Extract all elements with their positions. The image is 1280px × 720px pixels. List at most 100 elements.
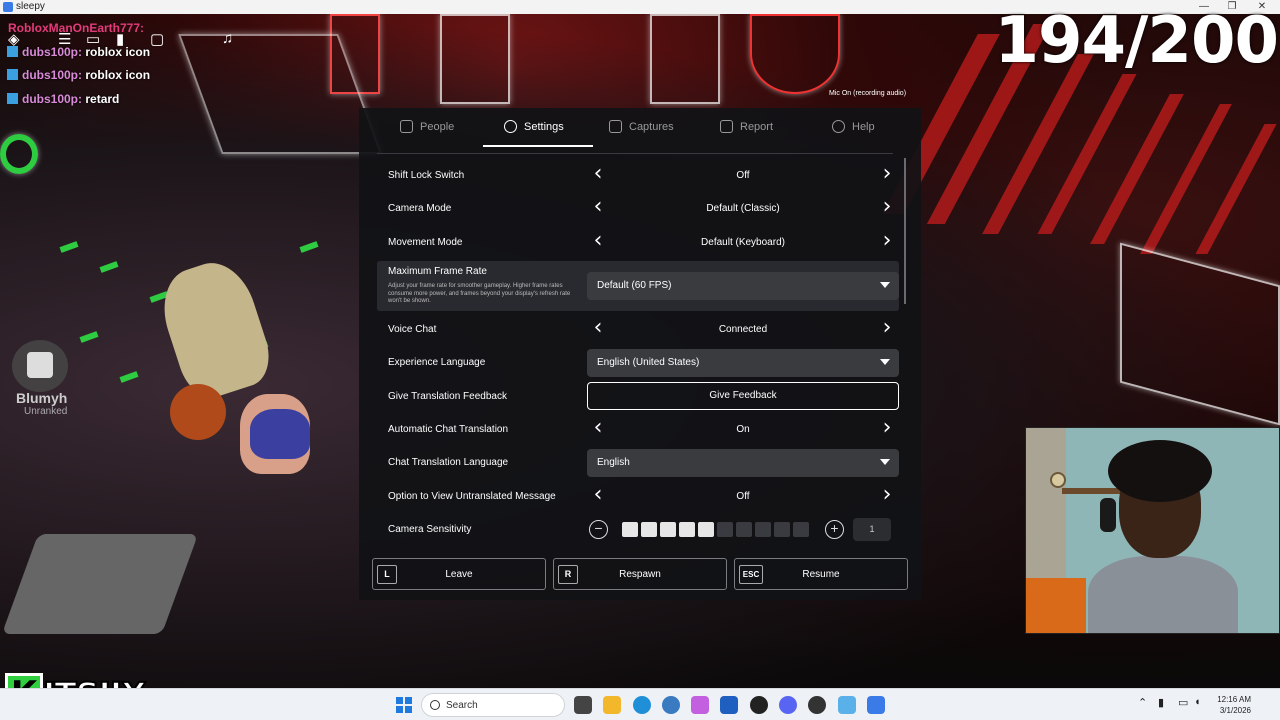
mic-tray-icon[interactable]: ▮ (1158, 696, 1164, 709)
verified-icon (7, 46, 18, 57)
frame-rate-dropdown[interactable]: Default (60 FPS) (587, 272, 899, 300)
auto-translation-prev-button[interactable]: ‹ (588, 417, 608, 439)
camera-mode-next-button[interactable]: › (877, 196, 897, 218)
shift-lock-next-button[interactable]: › (877, 163, 897, 185)
settings-scrollbar[interactable] (904, 158, 906, 304)
people-icon (400, 120, 413, 133)
tab-settings[interactable]: Settings (504, 120, 564, 133)
respawn-button[interactable]: R Respawn (553, 558, 727, 590)
music-icon[interactable]: ♫ (222, 30, 233, 47)
respawn-label: Respawn (619, 569, 661, 580)
translation-language-value: English (597, 457, 630, 468)
camera-small-icon[interactable]: ▢ (150, 30, 164, 48)
verified-icon (7, 69, 18, 80)
store-icon[interactable] (720, 696, 738, 714)
caret-down-icon (880, 459, 890, 465)
chevron-up-icon[interactable]: ⌃ (1138, 696, 1147, 709)
tab-help[interactable]: Help (832, 120, 875, 133)
movement-mode-prev-button[interactable]: ‹ (588, 230, 608, 252)
sensitivity-segment[interactable] (698, 522, 714, 537)
windows-start-icon[interactable] (396, 697, 412, 713)
taskbar-search[interactable]: Search (421, 693, 565, 717)
sensitivity-increase-button[interactable]: + (825, 520, 844, 539)
help-icon (832, 120, 845, 133)
camera-mode-prev-button[interactable]: ‹ (588, 196, 608, 218)
flag-icon (720, 120, 733, 133)
sensitivity-segment[interactable] (774, 522, 790, 537)
sensitivity-segment[interactable] (660, 522, 676, 537)
translation-language-dropdown[interactable]: English (587, 449, 899, 477)
frame-rate-description: Adjust your frame rate for smoother game… (388, 283, 571, 304)
untranslated-prev-button[interactable]: ‹ (588, 484, 608, 506)
network-icon[interactable]: ▭ (1178, 696, 1188, 709)
app-icon (3, 2, 13, 12)
voice-chat-next-button[interactable]: › (877, 317, 897, 339)
movement-mode-label: Movement Mode (388, 237, 463, 248)
tab-people[interactable]: People (400, 120, 454, 133)
clock-time: 12:16 AM (1217, 695, 1251, 704)
tab-report[interactable]: Report (720, 120, 773, 133)
leave-label: Leave (445, 569, 473, 580)
tab-captures[interactable]: Captures (609, 120, 674, 133)
shift-lock-prev-button[interactable]: ‹ (588, 163, 608, 185)
app-icon[interactable] (662, 696, 680, 714)
backpack-button[interactable] (12, 340, 68, 392)
untranslated-value: Off (736, 491, 750, 502)
volume-icon[interactable]: ◖ (1194, 696, 1201, 708)
voice-chat-label: Voice Chat (388, 324, 437, 335)
frame-rate-value: Default (60 FPS) (597, 280, 672, 291)
sensitivity-segment[interactable] (793, 522, 809, 537)
app-icon[interactable] (691, 696, 709, 714)
resume-button[interactable]: ESC Resume (734, 558, 908, 590)
edge-icon[interactable] (633, 696, 651, 714)
task-view-icon[interactable] (574, 696, 592, 714)
gear-icon (504, 120, 517, 133)
taskbar: Search ⌃ ▮ ▭ ◖ 12:16 AM 3/1/2026 (0, 688, 1280, 720)
sensitivity-segment[interactable] (641, 522, 657, 537)
sensitivity-segment[interactable] (736, 522, 752, 537)
camera-sensitivity-label: Camera Sensitivity (388, 524, 472, 535)
auto-translation-next-button[interactable]: › (877, 417, 897, 439)
untranslated-label: Option to View Untranslated Message (388, 491, 556, 502)
voice-chat-prev-button[interactable]: ‹ (588, 317, 608, 339)
shift-lock-value: Off (736, 170, 750, 181)
sensitivity-segment[interactable] (755, 522, 771, 537)
sensitivity-decrease-button[interactable]: − (589, 520, 608, 539)
resume-label: Resume (802, 569, 840, 580)
caret-down-icon (880, 282, 890, 288)
camera-icon (609, 120, 622, 133)
sensitivity-segment[interactable] (717, 522, 733, 537)
leave-button[interactable]: L Leave (372, 558, 546, 590)
auto-translation-label: Automatic Chat Translation (388, 424, 509, 435)
obs-icon[interactable] (808, 696, 826, 714)
chat-message: dubs100p: roblox icon (7, 68, 150, 82)
sensitivity-value-input[interactable]: 1 (853, 518, 891, 541)
tab-bar: People Settings Captures Report Help (359, 108, 921, 148)
app-icon[interactable] (750, 696, 768, 714)
auto-translation-value: On (736, 424, 750, 435)
file-explorer-icon[interactable] (603, 696, 621, 714)
player-name: Blumyh (16, 390, 68, 406)
experience-language-dropdown[interactable]: English (United States) (587, 349, 899, 377)
movement-mode-next-button[interactable]: › (877, 230, 897, 252)
active-tab-indicator (483, 145, 593, 147)
camera-mode-value: Default (Classic) (706, 203, 780, 214)
translation-language-label: Chat Translation Language (388, 457, 509, 468)
player-rank: Unranked (24, 406, 68, 417)
sensitivity-segment[interactable] (622, 522, 638, 537)
chat-message: dubs100p: retard (7, 92, 119, 106)
shift-lock-label: Shift Lock Switch (388, 170, 465, 181)
taskbar-clock[interactable]: 12:16 AM 3/1/2026 (1215, 694, 1251, 716)
untranslated-next-button[interactable]: › (877, 484, 897, 506)
give-feedback-button[interactable]: Give Feedback (587, 382, 899, 410)
experience-language-label: Experience Language (388, 357, 486, 368)
settings-panel: People Settings Captures Report Help Shi… (359, 108, 921, 600)
app-icon[interactable] (838, 696, 856, 714)
sensitivity-segment[interactable] (679, 522, 695, 537)
verified-icon (7, 93, 18, 104)
discord-icon[interactable] (779, 696, 797, 714)
search-placeholder: Search (446, 700, 478, 711)
roblox-app-icon[interactable] (867, 696, 885, 714)
mic-status: Mic On (recording audio) (829, 90, 907, 97)
chat-message: dubs100p: roblox icon (7, 45, 150, 59)
